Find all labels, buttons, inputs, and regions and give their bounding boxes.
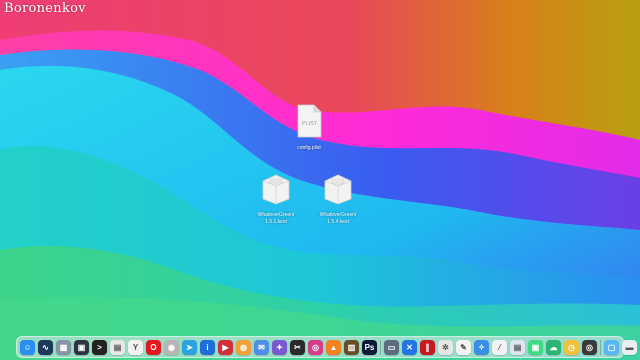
motion-icon[interactable]: ◎ — [308, 339, 323, 355]
dock: ☺∿▦▣>▤YO◉➤i▶◍✉✦✂◎▲▥Ps▭✕∥✲✎✧⁄▤▣☁◷◎▢▬▯ — [16, 336, 637, 358]
photo-app-icon[interactable]: ◉ — [164, 339, 179, 355]
mail-icon[interactable]: ✉ — [254, 339, 269, 355]
finder-icon[interactable]: ☺ — [20, 339, 35, 355]
mission-control-icon[interactable]: ▣ — [74, 339, 89, 355]
telegram-icon[interactable]: ➤ — [182, 339, 197, 355]
android-file-icon[interactable]: ▣ — [528, 339, 543, 355]
kext-package-icon — [262, 174, 290, 205]
channel-watermark: Boronenkov — [4, 1, 86, 16]
disk-utility-icon[interactable]: ▭ — [384, 339, 399, 355]
desktop-file-label: WhateverGreen/ 1.5.4.kext — [319, 212, 357, 225]
plist-doc-text: PLIST — [302, 121, 318, 127]
pages-icon[interactable]: ⁄ — [492, 339, 507, 355]
opera-icon[interactable]: O — [146, 339, 161, 355]
screenshot-folder-icon[interactable]: ▢ — [604, 339, 619, 355]
text-editor-icon[interactable]: ✎ — [456, 339, 471, 355]
terminal-icon[interactable]: > — [92, 339, 107, 355]
preview-doc-icon[interactable]: ▤ — [510, 339, 525, 355]
plist-document-icon: PLIST — [297, 104, 322, 138]
photoshop-icon[interactable]: Ps — [362, 339, 377, 355]
launchpad-icon[interactable]: ▦ — [56, 339, 71, 355]
desktop-file-config-plist[interactable]: PLIST config.plist — [277, 104, 341, 152]
dock-separator — [600, 339, 601, 355]
activity-monitor-icon[interactable]: ∿ — [38, 339, 53, 355]
vlc-icon[interactable]: ▲ — [326, 339, 341, 355]
kext-package-icon — [324, 174, 352, 205]
compass-icon[interactable]: ✲ — [438, 339, 453, 355]
bitwig-icon[interactable]: ◍ — [236, 339, 251, 355]
cloud-drive-icon[interactable]: ☁ — [546, 339, 561, 355]
color-app-icon[interactable]: ✦ — [272, 339, 287, 355]
dvd-player-icon[interactable]: ◎ — [582, 339, 597, 355]
desktop-file-label: config.plist — [297, 145, 321, 151]
downloads-folder-icon[interactable]: ▬ — [622, 339, 637, 355]
dock-separator — [380, 339, 381, 355]
desktop-file-whatevergreen-151-kext[interactable]: WhateverGreen/ 1.5.1.kext — [244, 171, 308, 225]
imo-icon[interactable]: i — [200, 339, 215, 355]
final-cut-icon[interactable]: ✂ — [290, 339, 305, 355]
desktop-file-label: WhateverGreen/ 1.5.1.kext — [257, 212, 295, 225]
preview-icon[interactable]: ▤ — [110, 339, 125, 355]
parallels-icon[interactable]: ∥ — [420, 339, 435, 355]
desktop-file-whatevergreen-154-kext[interactable]: WhateverGreen/ 1.5.4.kext — [306, 171, 370, 225]
safari-icon[interactable]: ✧ — [474, 339, 489, 355]
yandex-browser-icon[interactable]: Y — [128, 339, 143, 355]
video-player-icon[interactable]: ▶ — [218, 339, 233, 355]
archive-icon[interactable]: ▥ — [344, 339, 359, 355]
xcode-icon[interactable]: ✕ — [402, 339, 417, 355]
time-machine-icon[interactable]: ◷ — [564, 339, 579, 355]
